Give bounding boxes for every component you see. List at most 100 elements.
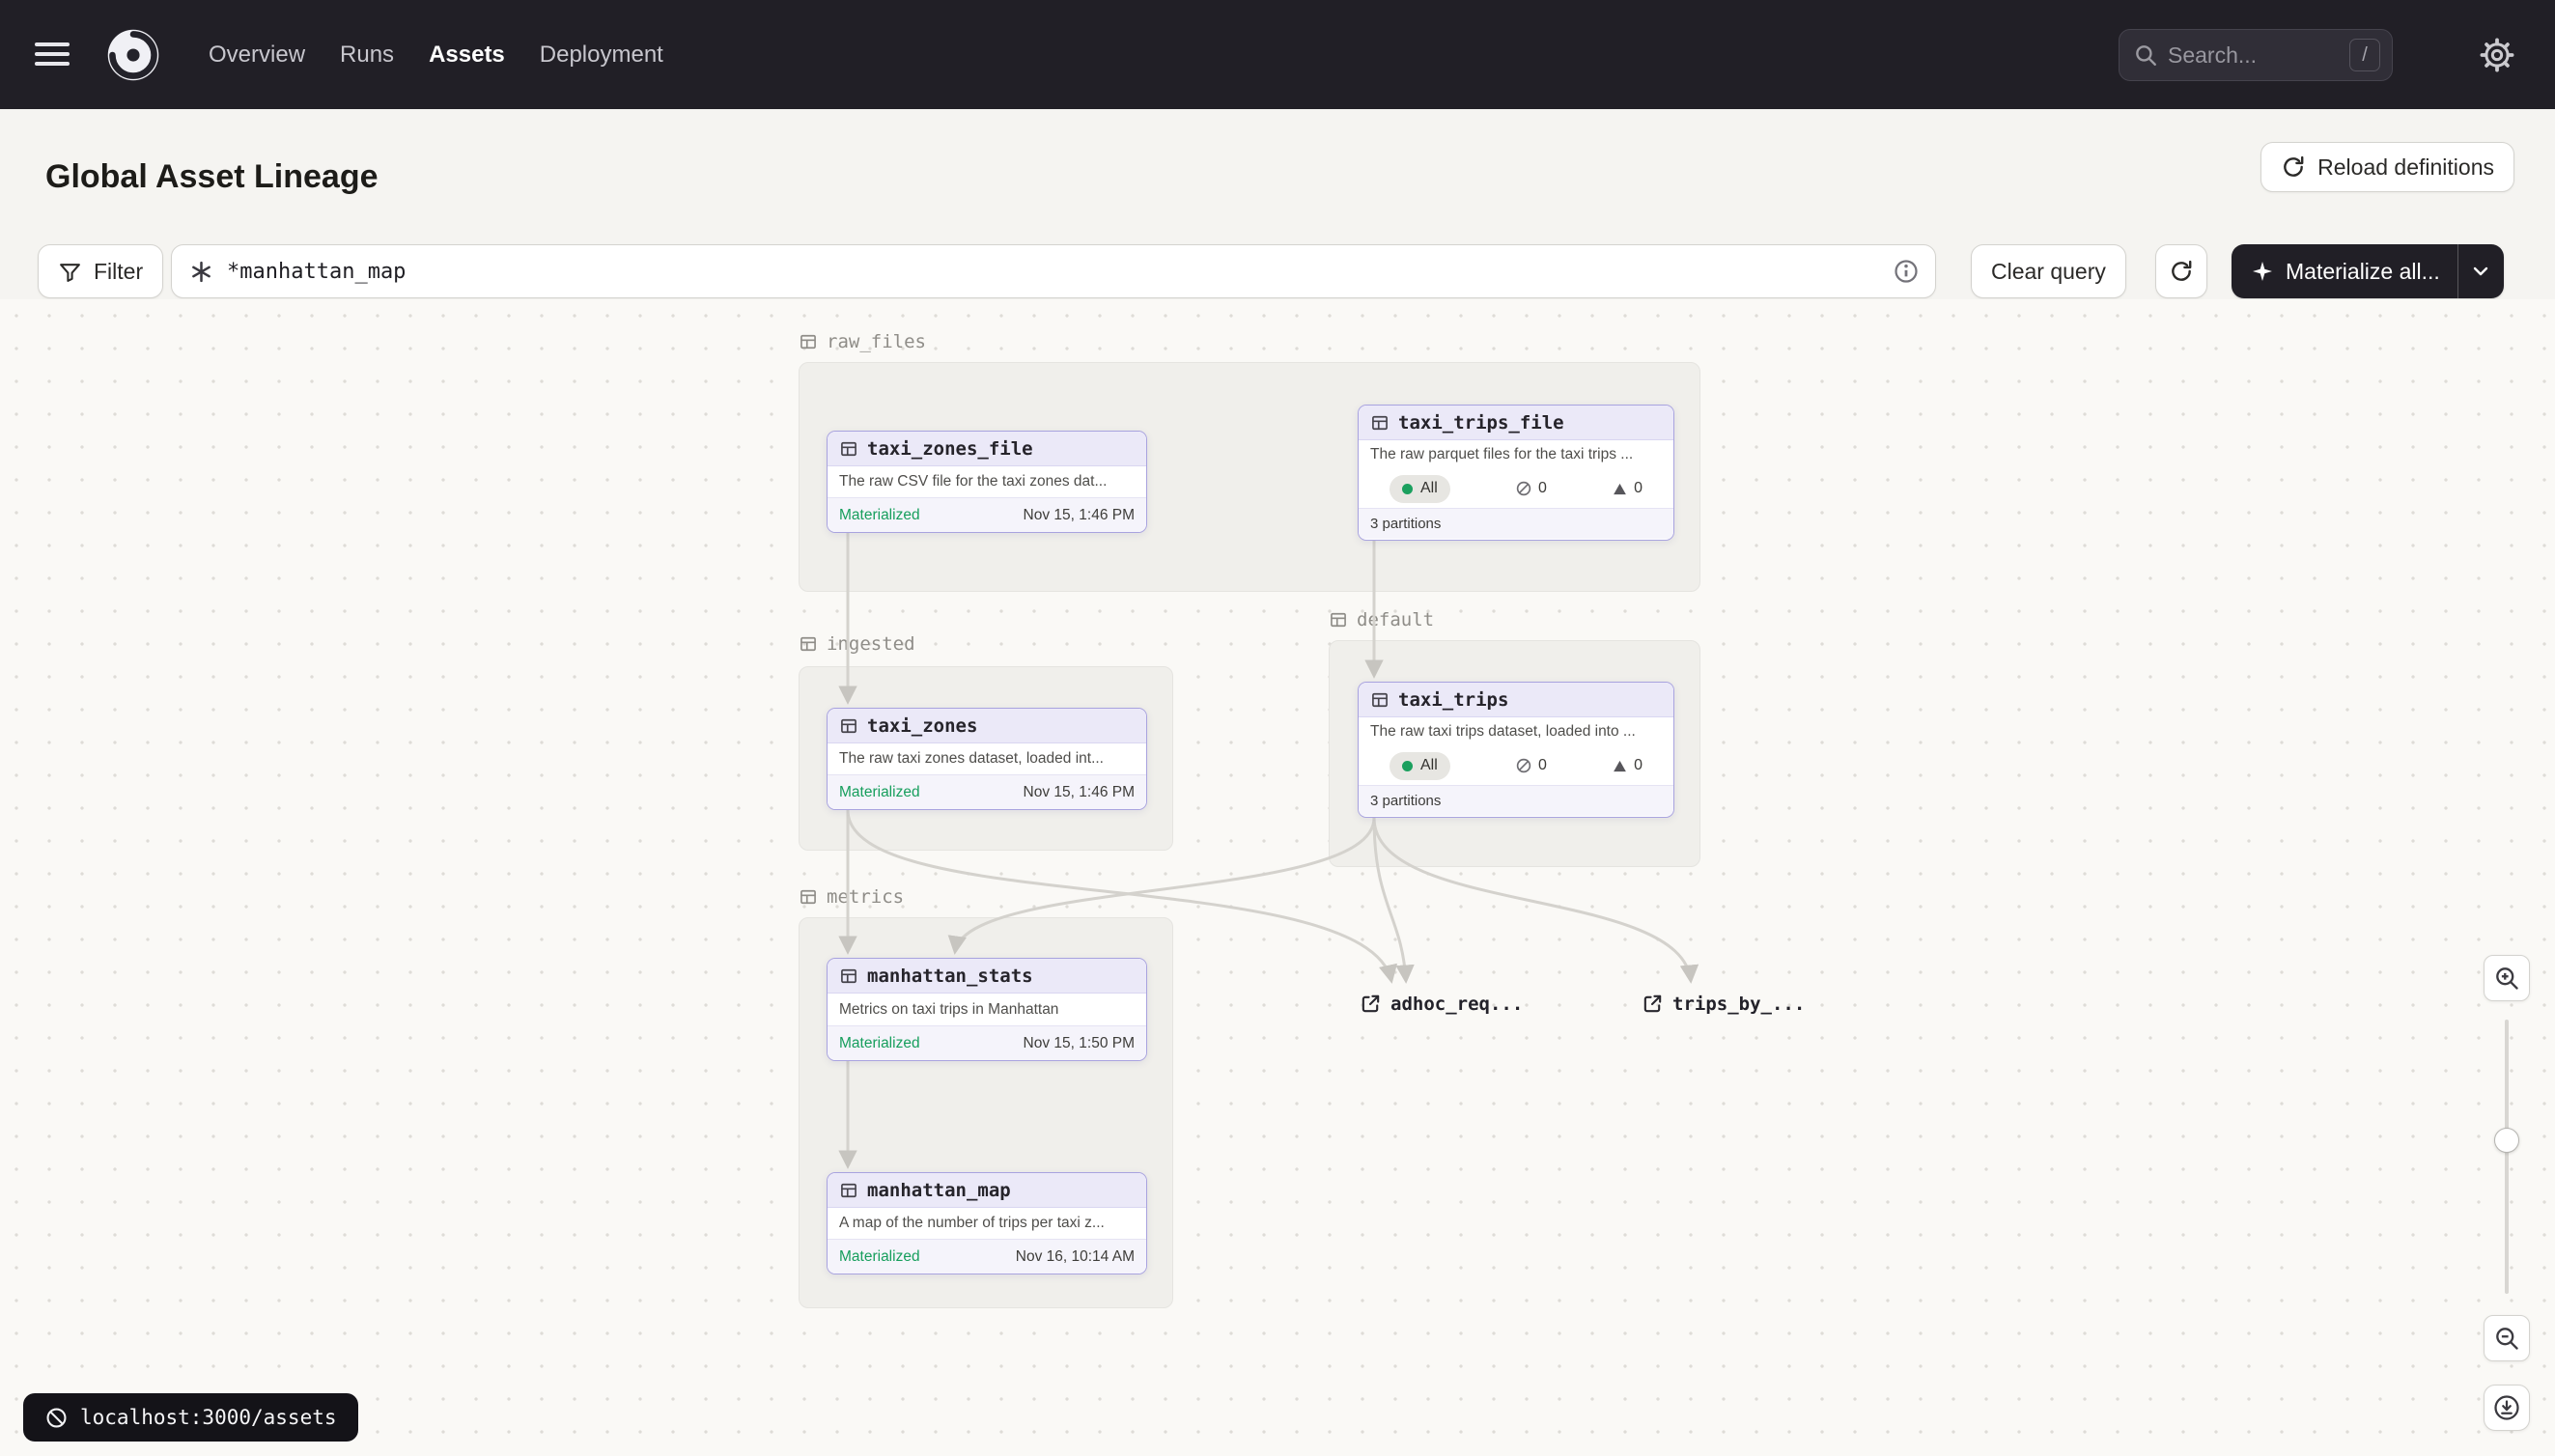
group-label-default: default	[1329, 609, 1434, 630]
asset-node-taxi-trips[interactable]: taxi_trips The raw taxi trips dataset, l…	[1358, 682, 1674, 818]
group-grid-icon	[799, 634, 818, 654]
success-dot-icon	[1402, 484, 1413, 494]
materialized-timestamp: Nov 15, 1:46 PM	[1024, 784, 1135, 801]
partition-health-row: All 0 0	[1359, 746, 1673, 785]
asset-description: Metrics on taxi trips in Manhattan	[828, 994, 1146, 1025]
asset-node-manhattan-map[interactable]: manhattan_map A map of the number of tri…	[827, 1172, 1147, 1274]
partitions-failed-chip[interactable]: 0	[1515, 480, 1547, 497]
partitions-all-chip[interactable]: All	[1390, 752, 1450, 780]
group-grid-icon	[799, 887, 818, 907]
search-icon	[2133, 42, 2158, 68]
download-circle-icon	[2492, 1393, 2521, 1422]
asset-node-header: manhattan_map	[828, 1173, 1146, 1208]
group-grid-icon	[1329, 610, 1348, 630]
zoom-slider-handle[interactable]	[2494, 1128, 2519, 1153]
lineage-toolbar: Filter Clear query	[0, 244, 2555, 298]
success-dot-icon	[1402, 761, 1413, 771]
refresh-icon	[2169, 259, 2194, 284]
external-asset-trips-by[interactable]: trips_by_...	[1642, 993, 1805, 1015]
reload-definitions-label: Reload definitions	[2317, 154, 2494, 181]
asset-node-taxi-zones-file[interactable]: taxi_zones_file The raw CSV file for the…	[827, 431, 1147, 533]
sparkle-icon	[2251, 260, 2274, 283]
partitions-count-label: 3 partitions	[1370, 516, 1441, 532]
group-name: default	[1357, 609, 1434, 630]
asset-node-taxi-zones[interactable]: taxi_zones The raw taxi zones dataset, l…	[827, 708, 1147, 810]
magnifier-plus-icon	[2493, 965, 2520, 992]
info-icon[interactable]	[1893, 258, 1920, 285]
materialize-dropdown-button[interactable]	[2457, 244, 2504, 298]
materialize-all-button[interactable]: Materialize all...	[2232, 244, 2457, 298]
asset-node-footer: Materialized Nov 15, 1:50 PM	[828, 1025, 1146, 1060]
zoom-in-button[interactable]	[2484, 955, 2530, 1001]
circle-slash-icon	[1515, 757, 1532, 774]
asset-selection-input[interactable]	[227, 260, 1879, 284]
top-nav: Overview Runs Assets Deployment /	[0, 0, 2555, 109]
asset-description: The raw taxi zones dataset, loaded int..…	[828, 743, 1146, 774]
menu-icon[interactable]	[33, 37, 71, 71]
partition-health-row: All 0 0	[1359, 469, 1673, 508]
materialized-status: Materialized	[839, 784, 920, 801]
clear-query-button[interactable]: Clear query	[1971, 244, 2126, 298]
magnifier-minus-icon	[2493, 1325, 2520, 1352]
reload-definitions-button[interactable]: Reload definitions	[2260, 142, 2514, 192]
asset-description: The raw parquet files for the taxi trips…	[1359, 440, 1673, 469]
materialize-all-label: Materialize all...	[2286, 259, 2440, 285]
asset-node-footer: 3 partitions	[1359, 508, 1673, 539]
asset-name: taxi_zones	[867, 715, 977, 737]
table-icon	[1370, 413, 1390, 433]
table-icon	[839, 439, 858, 459]
settings-gear-icon[interactable]	[2480, 38, 2514, 72]
zoom-out-button[interactable]	[2484, 1315, 2530, 1361]
group-label-raw-files: raw_files	[799, 331, 926, 352]
materialized-timestamp: Nov 15, 1:46 PM	[1024, 507, 1135, 524]
partitions-all-label: All	[1420, 480, 1438, 497]
lineage-graph-canvas[interactable]: raw_files ingested default metrics	[0, 299, 2555, 1456]
partitions-missing-count: 0	[1634, 757, 1642, 774]
filter-button[interactable]: Filter	[38, 244, 163, 298]
status-url-text: localhost:3000/assets	[80, 1406, 337, 1429]
asset-node-manhattan-stats[interactable]: manhattan_stats Metrics on taxi trips in…	[827, 958, 1147, 1061]
triangle-icon	[1612, 481, 1628, 497]
zoom-slider-track[interactable]	[2505, 1020, 2509, 1294]
group-name: metrics	[827, 886, 904, 908]
asset-node-footer: Materialized Nov 15, 1:46 PM	[828, 497, 1146, 532]
triangle-icon	[1612, 758, 1628, 774]
partitions-missing-chip[interactable]: 0	[1612, 757, 1642, 774]
group-name: ingested	[827, 633, 915, 655]
asset-description: The raw taxi trips dataset, loaded into …	[1359, 717, 1673, 746]
partitions-failed-chip[interactable]: 0	[1515, 757, 1547, 774]
selection-syntax-icon	[189, 260, 213, 284]
circle-slash-icon	[44, 1406, 69, 1430]
global-search[interactable]: /	[2119, 29, 2393, 81]
clear-query-label: Clear query	[1991, 259, 2106, 285]
partitions-missing-count: 0	[1634, 480, 1642, 497]
asset-description: A map of the number of trips per taxi z.…	[828, 1208, 1146, 1239]
asset-name: taxi_trips_file	[1398, 412, 1564, 434]
nav-item-deployment[interactable]: Deployment	[540, 42, 663, 69]
nav-item-overview[interactable]: Overview	[209, 42, 305, 69]
asset-node-header: manhattan_stats	[828, 959, 1146, 994]
partitions-count-label: 3 partitions	[1370, 793, 1441, 809]
primary-nav: Overview Runs Assets Deployment	[209, 0, 663, 109]
search-input[interactable]	[2168, 42, 2340, 69]
dagster-logo-icon[interactable]	[104, 26, 162, 84]
external-link-icon	[1642, 993, 1664, 1015]
external-asset-adhoc-request[interactable]: adhoc_req...	[1360, 993, 1523, 1015]
download-graph-button[interactable]	[2484, 1385, 2530, 1431]
external-asset-label: trips_by_...	[1672, 994, 1805, 1015]
asset-name: taxi_zones_file	[867, 438, 1033, 460]
partitions-all-chip[interactable]: All	[1390, 475, 1450, 503]
refresh-graph-button[interactable]	[2155, 244, 2207, 298]
nav-item-assets[interactable]: Assets	[429, 42, 505, 69]
asset-node-taxi-trips-file[interactable]: taxi_trips_file The raw parquet files fo…	[1358, 405, 1674, 541]
materialized-timestamp: Nov 15, 1:50 PM	[1024, 1035, 1135, 1052]
filter-label: Filter	[94, 259, 143, 285]
table-icon	[839, 966, 858, 986]
nav-item-runs[interactable]: Runs	[340, 42, 394, 69]
circle-slash-icon	[1515, 480, 1532, 497]
asset-node-header: taxi_trips	[1359, 683, 1673, 717]
asset-node-header: taxi_zones	[828, 709, 1146, 743]
dagster-app: Overview Runs Assets Deployment /	[0, 0, 2555, 1456]
partitions-missing-chip[interactable]: 0	[1612, 480, 1642, 497]
asset-node-footer: 3 partitions	[1359, 785, 1673, 816]
